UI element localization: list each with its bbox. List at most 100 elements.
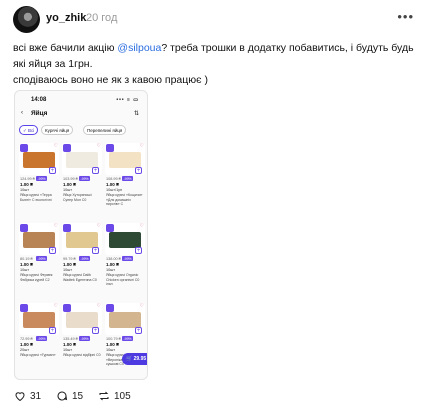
product-card: ♡ +72.99 ₴ -99% 1.00 ₴ 20шт Яйця курячі «Гурм… — [19, 303, 59, 379]
discount-badge: -99% — [122, 256, 134, 261]
category-title: Яйця — [31, 110, 48, 117]
product-card: ♡ +99.79 ₴ -99% 1.00 ₴ 10шт Яйця курячі Dalib… — [62, 223, 102, 301]
promo-badge — [63, 144, 71, 152]
old-price: 72.99 ₴ — [20, 337, 33, 341]
product-name: Яйця курячі відбірні С0 — [63, 353, 101, 357]
new-price: 1.00 ₴ — [20, 262, 34, 267]
old-price: 80.19 ₴ — [20, 257, 33, 261]
discount-badge: -99% — [36, 256, 48, 261]
product-weight: 10шт — [63, 348, 73, 352]
product-name: Яйця курячі «Гурман» — [20, 353, 56, 357]
promo-badge — [106, 304, 114, 312]
old-price: 135.49 ₴ — [63, 337, 78, 341]
cart-button: 🛒 29.95 ₴ — [122, 353, 147, 365]
add-to-cart-icon: + — [135, 167, 142, 174]
add-to-cart-icon: + — [92, 327, 99, 334]
avatar[interactable] — [13, 6, 40, 33]
promo-badge — [106, 224, 114, 232]
product-image: ♡ + — [62, 143, 102, 175]
new-price: 1.00 ₴ — [20, 342, 34, 347]
discount-badge: -99% — [36, 176, 48, 181]
post: yo_zhik 20 год ••• всі вже бачили акцію … — [0, 0, 428, 413]
heart-icon: ♡ — [53, 303, 58, 309]
old-price: 100.79 ₴ — [106, 337, 121, 341]
product-image: ♡ + — [105, 223, 145, 255]
repost-button[interactable]: 105 — [98, 389, 131, 403]
post-text-line: які яйця за 1грн. — [13, 58, 93, 70]
comment-button[interactable]: 15 — [56, 389, 83, 403]
new-price: 1.00 ₴ — [63, 182, 77, 187]
product-card: ♡ +138.00 ₴ -99% 1.00 ₴ 10шт Яйця курячі Orga… — [105, 223, 145, 301]
egg-pack — [109, 152, 141, 168]
add-to-cart-icon: + — [49, 327, 56, 334]
product-weight: 10шт — [20, 268, 30, 272]
product-image: ♡ + — [19, 143, 59, 175]
discount-badge: -99% — [79, 176, 91, 181]
promo-badge — [20, 304, 28, 312]
product-weight: 20шт — [20, 348, 30, 352]
comment-count: 15 — [72, 390, 84, 402]
product-weight: 10шт — [20, 188, 30, 192]
chevron-left-icon: ‹ — [21, 110, 23, 116]
product-weight: 10шт — [106, 268, 116, 272]
status-bar: 14:08 ••• ≡ ▭ — [15, 91, 147, 107]
product-name: Яйця курячі «Кощичи» «Для домашніх пирог… — [106, 193, 143, 206]
author-name[interactable]: yo_zhik — [46, 12, 86, 24]
status-time: 14:08 — [31, 97, 47, 103]
promo-badge — [106, 144, 114, 152]
like-button[interactable]: 31 — [14, 389, 41, 403]
product-image: ♡ + — [62, 303, 102, 335]
add-to-cart-icon: + — [92, 167, 99, 174]
heart-icon: ♡ — [96, 303, 101, 309]
post-text-segment: ? треба трошки в додатку побавитись, і б… — [161, 42, 414, 54]
mention-link[interactable]: @silpoua — [117, 42, 161, 54]
egg-pack — [23, 232, 55, 248]
post-text: всі вже бачили акцію @silpoua? треба тро… — [13, 40, 418, 88]
promo-badge — [63, 304, 71, 312]
product-image: ♡ + — [62, 223, 102, 255]
add-to-cart-icon: + — [135, 247, 142, 254]
new-price: 1.00 ₴ — [106, 262, 120, 267]
repost-icon — [99, 391, 109, 401]
product-name: Яйця курячі «Терра Бьюті» С екологічні — [20, 193, 52, 202]
post-time: 20 год — [86, 12, 118, 24]
product-image: ♡ + — [105, 303, 145, 335]
product-card: ♡ +108.99 ₴ -99% 1.00 ₴ 10шт/1уп Яйця курячі … — [105, 143, 145, 221]
egg-pack — [66, 312, 98, 328]
egg-pack — [66, 152, 98, 168]
attached-screenshot[interactable]: 14:08 ••• ≡ ▭ ‹ Яйця ⇅ ✓ Всі Курячі яйця… — [14, 90, 148, 380]
egg-pack — [109, 232, 141, 248]
old-price: 99.79 ₴ — [63, 257, 76, 261]
product-card: ♡ +135.49 ₴ -99% 1.00 ₴ 10шт Яйця курячі відб… — [62, 303, 102, 379]
filter-chips: ✓ Всі Курячі яйця Перепелині яйця — [15, 123, 147, 137]
add-to-cart-icon: + — [49, 247, 56, 254]
heart-icon: ♡ — [53, 223, 58, 229]
product-card: ♡ +124.99 ₴ -99% 1.00 ₴ 10шт Яйця курячі «Тер… — [19, 143, 59, 221]
like-count: 31 — [30, 390, 42, 402]
add-to-cart-icon: + — [92, 247, 99, 254]
add-to-cart-icon: + — [135, 327, 142, 334]
heart-icon: ♡ — [139, 143, 144, 149]
egg-pack — [23, 152, 55, 168]
status-icons: ••• ≡ ▭ — [116, 97, 139, 103]
product-name: Яйця курячі Фермек Фабрика курей С2 — [20, 273, 53, 282]
product-card: ♡ +80.19 ₴ -99% 1.00 ₴ 10шт Яйця курячі Ферме… — [19, 223, 59, 301]
product-weight: 10шт — [106, 348, 116, 352]
add-to-cart-icon: + — [49, 167, 56, 174]
new-price: 1.00 ₴ — [63, 342, 77, 347]
product-name: Яйця Хуторянські Супер Мол С0 — [63, 193, 92, 202]
chip-all: ✓ Всі — [19, 125, 39, 135]
new-price: 1.00 ₴ — [106, 342, 120, 347]
heart-icon: ♡ — [53, 143, 58, 149]
old-price: 103.99 ₴ — [63, 177, 78, 181]
product-image: ♡ + — [105, 143, 145, 175]
promo-badge — [20, 144, 28, 152]
discount-badge: -99% — [36, 336, 48, 341]
discount-badge: -99% — [122, 336, 134, 341]
old-price: 138.00 ₴ — [106, 257, 121, 261]
promo-badge — [20, 224, 28, 232]
more-dots-icon[interactable]: ••• — [397, 9, 414, 24]
discount-badge: -99% — [122, 176, 134, 181]
discount-badge: -99% — [79, 256, 91, 261]
comment-icon — [57, 391, 68, 401]
